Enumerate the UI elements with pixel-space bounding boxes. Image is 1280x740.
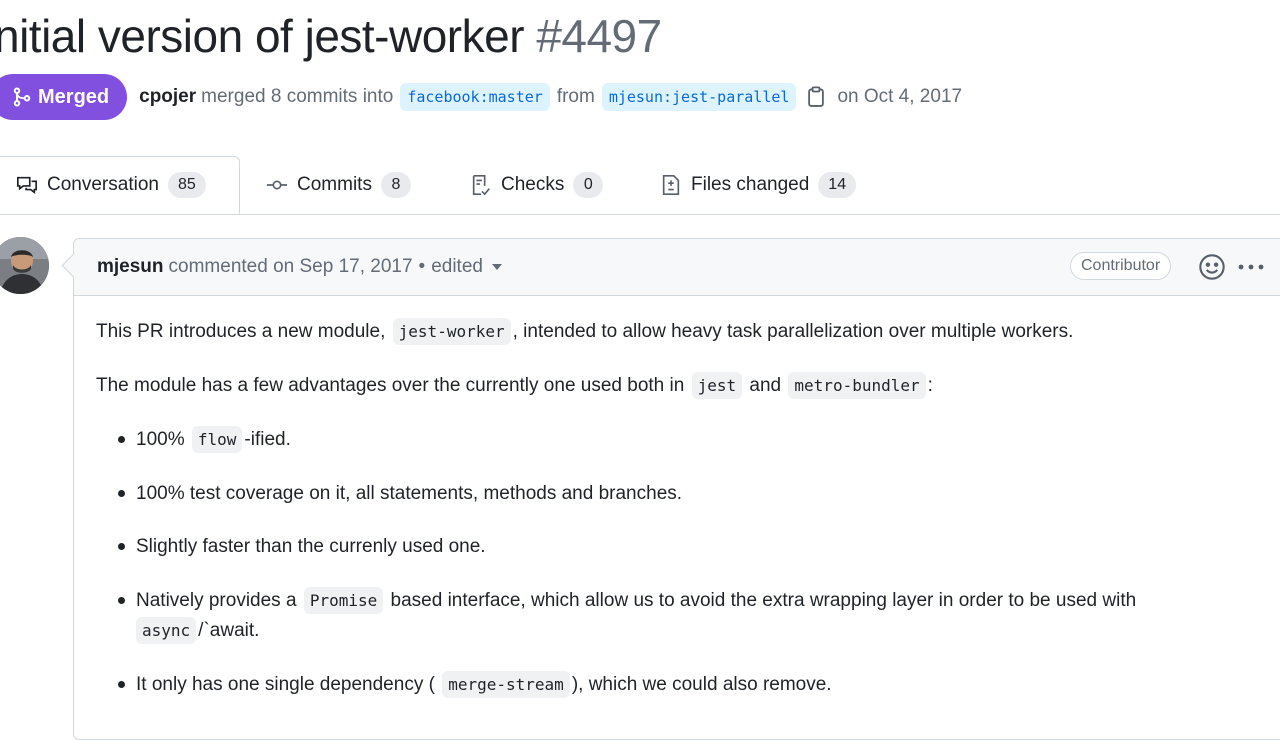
base-branch-link[interactable]: facebook:master <box>400 83 550 111</box>
comment-header-text: mjesun commented on Sep 17, 2017 • edite… <box>97 239 503 295</box>
list-item: It only has one single dependency ( merg… <box>136 670 832 700</box>
file-diff-icon <box>662 175 680 195</box>
git-merge-icon <box>13 87 31 107</box>
comment-discussion-icon <box>17 176 37 194</box>
merged-status-badge: Merged <box>0 74 128 120</box>
header-separator: • <box>418 256 426 277</box>
comment-caret <box>61 253 86 278</box>
inline-code: jest-worker <box>392 318 511 345</box>
list-item-continuation: async/`await. <box>136 616 259 646</box>
text-segment: The module has a few advantages over the… <box>96 375 685 396</box>
tab-checks-count: 0 <box>573 172 604 198</box>
pr-tabs: Conversation 85 Commits 8 Checks 0 Files… <box>0 156 1280 215</box>
list-bullet <box>118 543 125 550</box>
inline-code: flow <box>191 426 243 453</box>
pr-number: #4497 <box>536 10 662 62</box>
text-segment: It only has one single dependency ( <box>136 674 435 695</box>
commenter-username-link[interactable]: mjesun <box>97 256 164 278</box>
list-item: Slightly faster than the currenly used o… <box>136 536 486 557</box>
text-segment: This PR introduces a new module, <box>96 321 386 342</box>
text-segment: ), which we could also remove. <box>571 674 832 695</box>
tab-conversation-label: Conversation <box>47 174 159 195</box>
list-bullet <box>118 490 125 497</box>
list-bullet <box>118 681 125 688</box>
commenter-avatar[interactable] <box>0 237 49 294</box>
tab-checks[interactable]: Checks 0 <box>470 156 604 214</box>
contributor-role-badge: Contributor <box>1070 252 1172 280</box>
tab-conversation-count: 85 <box>167 172 206 198</box>
text-segment: /`await. <box>198 620 260 641</box>
inline-code: Promise <box>303 587 384 614</box>
tab-files-changed-count: 14 <box>818 172 857 198</box>
merge-date: on Oct 4, 2017 <box>837 86 963 107</box>
text-segment: and <box>749 375 782 396</box>
list-item: 100% test coverage on it, all statements… <box>136 483 683 504</box>
comment-timestamp[interactable]: commented on Sep 17, 2017 <box>169 256 413 278</box>
checklist-icon <box>472 175 490 196</box>
tab-commits[interactable]: Commits 8 <box>266 156 411 214</box>
tab-commits-label: Commits <box>297 174 372 195</box>
head-branch-link[interactable]: mjesun:jest-parallel <box>601 83 797 111</box>
avatar-image <box>0 237 49 294</box>
smiley-reaction-icon[interactable] <box>1198 253 1226 281</box>
paragraph-intro: This PR introduces a new module, jest-wo… <box>96 317 1073 347</box>
edited-dropdown[interactable]: edited <box>431 256 503 278</box>
pr-title-text: nitial version of jest-worker <box>0 10 525 62</box>
merged-status-label: Merged <box>38 85 110 108</box>
list-item: 100% flow -ified. <box>136 425 291 455</box>
from-label: from <box>556 86 595 107</box>
tab-conversation[interactable]: Conversation 85 <box>0 156 240 214</box>
inline-code: merge-stream <box>442 671 570 698</box>
pr-meta: Merged cpojer merged 8 commits into face… <box>0 73 962 121</box>
text-segment: based interface, which allow us to avoid… <box>390 590 1137 611</box>
text-segment: : <box>927 375 933 396</box>
pr-title: nitial version of jest-worker #4497 <box>0 6 662 66</box>
text-segment: , intended to allow heavy task paralleli… <box>512 321 1074 342</box>
text-segment: 100% <box>136 429 185 450</box>
tab-commits-count: 8 <box>380 172 411 198</box>
git-commit-icon <box>266 180 288 190</box>
tab-files-changed[interactable]: Files changed 14 <box>660 156 857 214</box>
inline-code: jest <box>691 372 743 399</box>
tab-files-changed-label: Files changed <box>691 174 810 195</box>
merge-description: merged 8 commits into <box>201 86 394 107</box>
list-bullet <box>118 436 125 443</box>
chevron-down-icon <box>491 264 502 270</box>
text-segment: Natively provides a <box>136 590 297 611</box>
inline-code: metro-bundler <box>788 372 926 399</box>
inline-code: async <box>136 617 197 644</box>
paragraph-advantages: The module has a few advantages over the… <box>96 371 933 401</box>
text-segment: -ified. <box>244 429 291 450</box>
edited-label: edited <box>431 256 483 277</box>
list-bullet <box>118 597 125 604</box>
copy-icon[interactable] <box>805 86 827 108</box>
list-item: Natively provides a Promise based interf… <box>136 586 1136 616</box>
merger-username-link[interactable]: cpojer <box>139 86 196 108</box>
kebab-horizontal-icon[interactable] <box>1236 253 1266 281</box>
tab-checks-label: Checks <box>501 174 565 195</box>
comment-header: mjesun commented on Sep 17, 2017 • edite… <box>61 239 1280 296</box>
